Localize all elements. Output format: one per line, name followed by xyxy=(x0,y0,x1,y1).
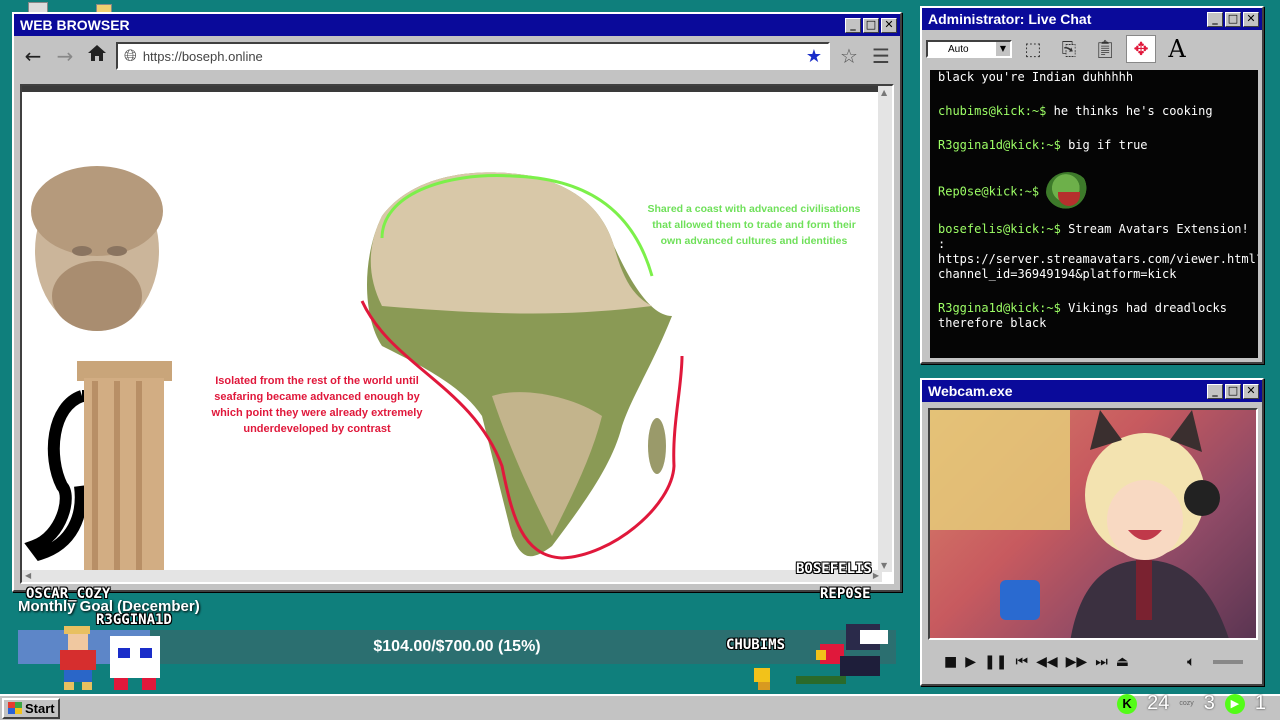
maximize-button[interactable]: □ xyxy=(1225,383,1241,399)
taskbar: Start K 24 cozy 3 ▶ 1 xyxy=(0,692,1280,720)
forward-arrow-icon[interactable]: → xyxy=(52,43,78,69)
page-top-strip xyxy=(22,86,884,92)
page-viewport: Isolated from the rest of the world unti… xyxy=(20,84,894,584)
webcam-window: Webcam.exe _ □ ✕ ■ ▶ ❚❚ ⏮ ◀◀ ▶▶ ⏭ ⏏ 🔈︎ xyxy=(920,378,1264,686)
wolf-avatar-sprite xyxy=(796,624,888,684)
webcam-title: Webcam.exe xyxy=(928,383,1013,399)
menu-icon[interactable]: ☰ xyxy=(868,43,894,69)
vertical-scrollbar[interactable]: ▲ ▼ xyxy=(878,86,892,572)
address-bar[interactable]: 🌐︎ https://boseph.online ★ xyxy=(116,42,830,70)
scroll-up-arrow-icon[interactable]: ▲ xyxy=(881,88,887,97)
skip-forward-icon[interactable]: ⏭ xyxy=(1095,654,1108,670)
chat-username: R3ggina1d@kick:~$ xyxy=(938,138,1061,152)
tray-count-a: 3 xyxy=(1203,692,1215,714)
volume-slider[interactable] xyxy=(1213,660,1244,664)
chat-message: black you're Indian duhhhhh xyxy=(938,70,1250,85)
chevron-down-icon: ▼ xyxy=(996,42,1010,56)
close-button[interactable]: ✕ xyxy=(881,17,897,33)
goal-title: Monthly Goal (December) xyxy=(18,598,200,615)
pepe-emote-icon xyxy=(1046,172,1091,212)
chat-message: chubims@kick:~$ he thinks he's cooking xyxy=(938,104,1250,119)
browser-toolbar: ← → 🌐︎ https://boseph.online ★ ☆ ☰ xyxy=(14,36,900,76)
chat-message: R3ggina1d@kick:~$ big if true xyxy=(938,138,1250,153)
browser-window: WEB BROWSER _ □ ✕ ← → 🌐︎ https://boseph.… xyxy=(12,12,902,592)
isolation-note: Isolated from the rest of the world unti… xyxy=(211,375,423,435)
bust-illustration xyxy=(24,166,172,571)
chat-message: Rep0se@kick:~$ xyxy=(938,172,1250,212)
copy-icon[interactable]: ⎘ xyxy=(1054,35,1084,63)
maximize-button[interactable]: □ xyxy=(863,17,879,33)
windows-logo-icon xyxy=(8,702,22,714)
favorites-star-icon[interactable]: ☆ xyxy=(836,43,862,69)
start-label: Start xyxy=(25,700,55,716)
chat-username: bosefelis@kick:~$ xyxy=(938,222,1061,236)
fast-forward-icon[interactable]: ▶▶ xyxy=(1066,654,1088,670)
close-button[interactable]: ✕ xyxy=(1243,11,1259,27)
chat-title: Administrator: Live Chat xyxy=(928,11,1092,27)
viewer-name-repose: REP0SE xyxy=(820,586,871,602)
kick-icon[interactable]: K xyxy=(1117,693,1138,714)
duck-avatar-sprite xyxy=(754,668,770,690)
coast-note: Shared a coast with advanced civilisatio… xyxy=(647,203,861,247)
live-chat-window: Administrator: Live Chat _ □ ✕ Auto ▼ ⬚ … xyxy=(920,6,1264,364)
play-circle-icon[interactable]: ▶ xyxy=(1224,693,1245,714)
scroll-right-arrow-icon[interactable]: ▶ xyxy=(873,571,879,580)
size-dropdown-value: Auto xyxy=(948,43,969,55)
viewer-name-bosefelis: BOSEFELIS xyxy=(796,561,872,577)
media-controls: ■ ▶ ❚❚ ⏮ ◀◀ ▶▶ ⏭ ⏏ 🔈︎ xyxy=(928,646,1258,678)
viewer-name-chubims: CHUBIMS xyxy=(726,637,786,653)
text-tool-icon[interactable]: A xyxy=(1162,35,1192,63)
paste-icon[interactable]: 📋︎ xyxy=(1090,35,1120,63)
minimize-button[interactable]: _ xyxy=(845,17,861,33)
webcam-video xyxy=(928,408,1258,640)
globe-icon: 🌐︎ xyxy=(124,46,137,65)
chat-text: black you're Indian duhhhhh xyxy=(938,70,1134,84)
chat-titlebar[interactable]: Administrator: Live Chat _ □ ✕ xyxy=(922,8,1262,30)
scroll-left-arrow-icon[interactable]: ◀ xyxy=(25,571,31,580)
chat-message: R3ggina1d@kick:~$ Vikings had dreadlocks… xyxy=(938,301,1250,331)
eject-icon[interactable]: ⏏ xyxy=(1116,654,1129,670)
stop-icon[interactable]: ■ xyxy=(944,654,957,670)
chat-username: chubims@kick:~$ xyxy=(938,104,1047,118)
chat-text: he thinks he's cooking xyxy=(1053,104,1213,118)
volume-icon[interactable]: 🔈︎ xyxy=(1187,654,1195,670)
cozy-label: cozy xyxy=(1179,700,1194,707)
pause-icon[interactable]: ❚❚ xyxy=(984,654,1007,670)
back-arrow-icon[interactable]: ← xyxy=(20,43,46,69)
start-button[interactable]: Start xyxy=(2,697,60,719)
chat-log[interactable]: black you're Indian duhhhhh chubims@kick… xyxy=(930,70,1258,358)
horizontal-scrollbar[interactable]: ◀ ▶ xyxy=(22,570,882,582)
size-dropdown[interactable]: Auto ▼ xyxy=(926,40,1012,58)
minimize-button[interactable]: _ xyxy=(1207,11,1223,27)
webcam-titlebar[interactable]: Webcam.exe _ □ ✕ xyxy=(922,380,1262,402)
paint-toolbar: Auto ▼ ⬚ ⎘ 📋︎ ✥ A xyxy=(922,30,1262,68)
scroll-down-arrow-icon[interactable]: ▼ xyxy=(881,561,887,570)
play-icon[interactable]: ▶ xyxy=(965,654,976,670)
pirate-avatar-sprite xyxy=(60,626,96,690)
tray-count-b: 1 xyxy=(1254,692,1266,714)
minimize-button[interactable]: _ xyxy=(1207,383,1223,399)
window-title: WEB BROWSER xyxy=(20,17,130,33)
maximize-button[interactable]: □ xyxy=(1225,11,1241,27)
bookmark-star-icon[interactable]: ★ xyxy=(806,46,822,67)
chat-username: R3ggina1d@kick:~$ xyxy=(938,301,1061,315)
move-tool-icon[interactable]: ✥ xyxy=(1126,35,1156,63)
url-text: https://boseph.online xyxy=(142,48,263,64)
select-tool-icon[interactable]: ⬚ xyxy=(1018,35,1048,63)
chat-username: Rep0se@kick:~$ xyxy=(938,184,1040,199)
home-icon[interactable] xyxy=(84,43,110,69)
skip-back-icon[interactable]: ⏮ xyxy=(1015,654,1028,670)
viewer-count: 24 xyxy=(1147,692,1170,714)
robot-avatar-sprite xyxy=(110,636,160,690)
chat-message: bosefelis@kick:~$ Stream Avatars Extensi… xyxy=(938,222,1258,282)
close-button[interactable]: ✕ xyxy=(1243,383,1259,399)
browser-titlebar[interactable]: WEB BROWSER _ □ ✕ xyxy=(14,14,900,36)
rewind-icon[interactable]: ◀◀ xyxy=(1036,654,1058,670)
system-tray: K 24 cozy 3 ▶ 1 xyxy=(1117,692,1266,715)
vtuber-avatar xyxy=(930,410,1229,638)
chat-text: big if true xyxy=(1068,138,1148,152)
